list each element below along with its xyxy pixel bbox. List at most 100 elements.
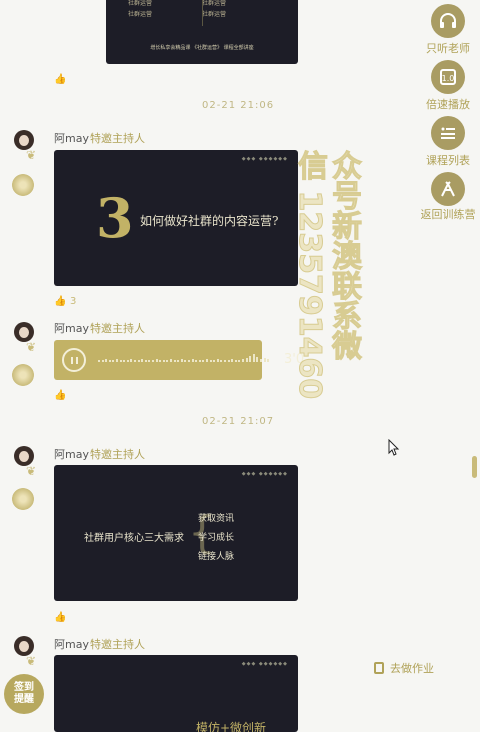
waveform-bar xyxy=(126,360,129,362)
clipboard-icon xyxy=(374,662,384,674)
leaf-decoration-icon: ❦ xyxy=(26,464,37,478)
waveform-bar xyxy=(141,359,144,362)
scrollbar-handle[interactable] xyxy=(472,456,477,478)
slide-title: 如何做好社群的内容运营? xyxy=(140,214,279,228)
timestamp: 02-21 21:06 xyxy=(202,100,275,111)
waveform-bar xyxy=(242,359,244,362)
like-count: 3 xyxy=(70,296,77,307)
slide-brand: ◆◆◆ ◆◆◆◆◆◆ xyxy=(241,156,288,162)
avatar[interactable] xyxy=(14,130,34,150)
slide-image[interactable]: ◆◆◆ ◆◆◆◆◆◆ 3 如何做好社群的内容运营? xyxy=(54,150,298,286)
waveform-bar xyxy=(249,356,252,362)
waveform-bar xyxy=(101,360,104,362)
course-list-label[interactable]: 课程列表 xyxy=(412,152,480,168)
waveform-bar xyxy=(130,359,133,362)
slide-image[interactable]: ◆◆◆ ◆◆◆◆◆◆ 模仿+微创新 xyxy=(54,655,298,732)
waveform-bar xyxy=(216,359,219,362)
slide-brand: ◆◆◆ ◆◆◆◆◆◆ xyxy=(241,661,288,667)
waveform-bar xyxy=(209,360,212,362)
waveform-bar xyxy=(144,360,147,362)
playback-speed-button[interactable]: 1.0 xyxy=(431,60,465,94)
watermark-text: 信 1235791460 xyxy=(292,149,328,400)
audio-waveform xyxy=(98,354,270,362)
headphones-icon xyxy=(440,13,456,28)
avatar[interactable] xyxy=(14,446,34,466)
slide-number: 3 xyxy=(96,186,134,250)
waveform-bar xyxy=(119,360,122,362)
waveform-bar xyxy=(134,360,136,362)
waveform-bar xyxy=(162,360,165,362)
slide-divider xyxy=(202,0,203,26)
slide-title: 模仿+微创新 xyxy=(196,721,267,732)
waveform-bar xyxy=(116,359,118,362)
badge-decoration-icon xyxy=(12,488,34,510)
waveform-bar xyxy=(173,360,176,362)
like-icon[interactable]: 👍 xyxy=(54,612,66,623)
slide-item: 链接人脉 xyxy=(198,552,235,562)
like-icon[interactable]: 👍 xyxy=(54,390,66,401)
like-icon[interactable]: 👍 xyxy=(54,296,66,307)
waveform-bar xyxy=(188,360,190,362)
listen-teacher-label[interactable]: 只听老师 xyxy=(412,40,480,56)
waveform-bar xyxy=(137,360,140,362)
waveform-bar xyxy=(260,359,262,362)
course-list-button[interactable] xyxy=(431,116,465,150)
waveform-bar xyxy=(155,359,158,362)
listen-teacher-button[interactable] xyxy=(431,4,465,38)
pause-icon[interactable] xyxy=(62,348,86,372)
waveform-bar xyxy=(263,358,266,362)
avatar[interactable] xyxy=(14,322,34,342)
sender-role: 特邀主持人 xyxy=(90,132,145,145)
waveform-bar xyxy=(98,360,100,362)
waveform-bar xyxy=(184,360,187,362)
leaf-decoration-icon: ❦ xyxy=(26,148,37,162)
slide-footer: 增长私享会精品课 《社群运营》 课程全部讲座 xyxy=(150,45,254,51)
avatar[interactable] xyxy=(14,636,34,656)
waveform-bar xyxy=(234,360,237,362)
checkin-reminder-button[interactable]: 签到 提醒 xyxy=(4,674,44,714)
waveform-bar xyxy=(105,359,108,362)
slide-image[interactable]: 社群运营 社群运营 社群运营 社群运营 增长私享会精品课 《社群运营》 课程全部… xyxy=(106,0,298,64)
audio-message[interactable]: 3'0" xyxy=(54,340,310,380)
badge-decoration-icon xyxy=(12,364,34,386)
speed-icon: 1.0 xyxy=(440,69,456,85)
sender-role: 特邀主持人 xyxy=(90,322,145,335)
camp-icon xyxy=(441,181,455,197)
waveform-bar xyxy=(123,360,126,362)
slide-brand: ◆◆◆ ◆◆◆◆◆◆ xyxy=(241,471,288,477)
waveform-bar xyxy=(238,360,241,362)
playback-speed-label[interactable]: 倍速播放 xyxy=(412,96,480,112)
slide-title: 社群用户核心三大需求 xyxy=(84,533,184,544)
waveform-bar xyxy=(213,360,216,362)
waveform-bar xyxy=(220,360,223,362)
chat-page: 社群运营 社群运营 社群运营 社群运营 增长私享会精品课 《社群运营》 课程全部… xyxy=(0,0,480,732)
timestamp: 02-21 21:07 xyxy=(202,416,275,427)
homework-label: 去做作业 xyxy=(390,662,434,675)
waveform-bar xyxy=(152,360,154,362)
homework-link[interactable]: 去做作业 xyxy=(374,660,434,676)
sender-name: 阿may xyxy=(54,448,89,461)
waveform-bar xyxy=(267,359,270,362)
waveform-bar xyxy=(191,359,194,362)
waveform-bar xyxy=(170,359,172,362)
waveform-bar xyxy=(206,359,208,362)
sender-role: 特邀主持人 xyxy=(90,638,145,651)
waveform-bar xyxy=(256,357,259,362)
waveform-bar xyxy=(177,360,180,362)
like-icon[interactable]: 👍 xyxy=(54,74,66,85)
watermark: 众号新澳联系微 信 1235791460 xyxy=(292,149,362,400)
slide-item: 获取资讯 xyxy=(198,514,235,524)
slide-text-row: 社群运营 社群运营 xyxy=(128,11,226,18)
sender-name: 阿may xyxy=(54,132,89,145)
slide-image[interactable]: ◆◆◆ ◆◆◆◆◆◆ 社群用户核心三大需求 { 获取资讯 学习成长 链接人脉 xyxy=(54,465,298,601)
mouse-cursor-icon xyxy=(388,439,400,456)
waveform-bar xyxy=(108,360,111,362)
back-to-camp-button[interactable] xyxy=(431,172,465,206)
waveform-bar xyxy=(180,359,183,362)
leaf-decoration-icon: ❦ xyxy=(26,340,37,354)
waveform-bar xyxy=(227,360,230,362)
badge-decoration-icon xyxy=(12,174,34,196)
back-to-camp-label[interactable]: 返回训练营 xyxy=(412,206,480,222)
waveform-bar xyxy=(224,360,226,362)
waveform-bar xyxy=(195,360,198,362)
